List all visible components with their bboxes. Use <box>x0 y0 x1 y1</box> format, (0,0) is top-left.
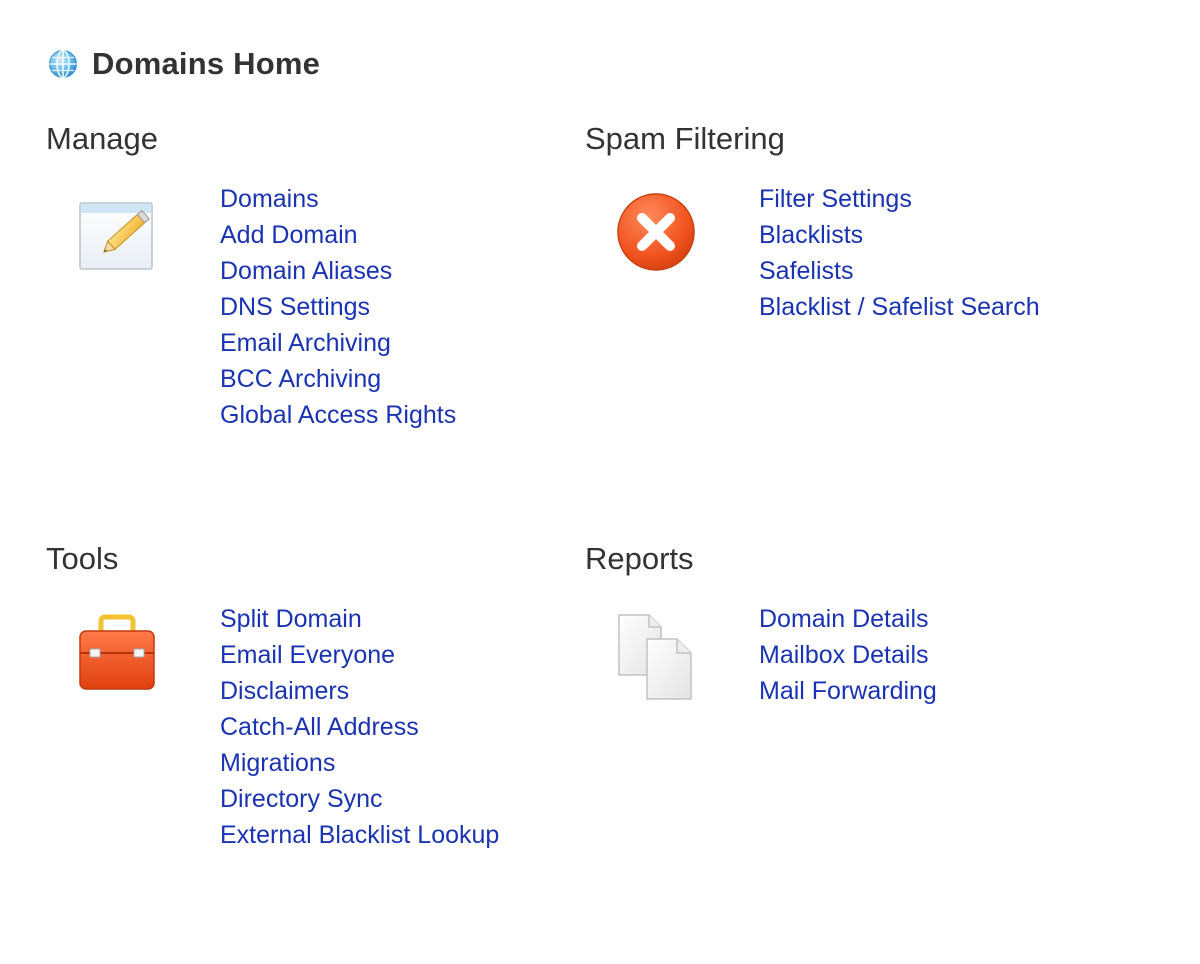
section-title-reports: Reports <box>585 541 694 576</box>
manage-link-list: Domains Add Domain Domain Aliases DNS Se… <box>220 181 456 433</box>
link-safelists[interactable]: Safelists <box>759 257 853 285</box>
link-catch-all-address[interactable]: Catch-All Address <box>220 713 419 741</box>
link-global-access-rights[interactable]: Global Access Rights <box>220 401 456 429</box>
list-item: Add Domain <box>220 217 456 253</box>
list-item: Mail Forwarding <box>759 673 937 709</box>
domains-home-page: Domains Home Manage Domains Add Domain D… <box>0 0 1200 964</box>
link-directory-sync[interactable]: Directory Sync <box>220 785 383 813</box>
list-item: Blacklists <box>759 217 1040 253</box>
toolbox-icon <box>76 611 158 693</box>
section-title-manage: Manage <box>46 121 159 156</box>
list-item: Directory Sync <box>220 781 499 817</box>
link-bcc-archiving[interactable]: BCC Archiving <box>220 365 381 393</box>
list-item: DNS Settings <box>220 289 456 325</box>
link-mailbox-details[interactable]: Mailbox Details <box>759 641 929 669</box>
link-migrations[interactable]: Migrations <box>220 749 335 777</box>
list-item: Safelists <box>759 253 1040 289</box>
page-header: Domains Home <box>48 44 320 84</box>
page-title: Domains Home <box>92 46 321 81</box>
reports-link-list: Domain Details Mailbox Details Mail Forw… <box>759 601 937 709</box>
list-item: Disclaimers <box>220 673 499 709</box>
link-domains[interactable]: Domains <box>220 185 319 213</box>
link-filter-settings[interactable]: Filter Settings <box>759 185 912 213</box>
list-item: Global Access Rights <box>220 397 456 433</box>
link-external-blacklist-lookup[interactable]: External Blacklist Lookup <box>220 821 499 849</box>
link-domain-aliases[interactable]: Domain Aliases <box>220 257 392 285</box>
report-documents-icon <box>615 611 697 700</box>
spam-link-list: Filter Settings Blacklists Safelists Bla… <box>759 181 1040 325</box>
link-email-everyone[interactable]: Email Everyone <box>220 641 395 669</box>
link-blacklists[interactable]: Blacklists <box>759 221 863 249</box>
link-add-domain[interactable]: Add Domain <box>220 221 358 249</box>
spam-block-icon <box>615 191 697 273</box>
list-item: Domain Aliases <box>220 253 456 289</box>
edit-document-icon <box>76 191 158 273</box>
list-item: Domain Details <box>759 601 937 637</box>
list-item: Email Everyone <box>220 637 499 673</box>
list-item: Split Domain <box>220 601 499 637</box>
list-item: Email Archiving <box>220 325 456 361</box>
link-blacklist-safelist-search[interactable]: Blacklist / Safelist Search <box>759 293 1040 321</box>
list-item: Migrations <box>220 745 499 781</box>
globe-icon <box>48 49 78 79</box>
link-email-archiving[interactable]: Email Archiving <box>220 329 391 357</box>
list-item: External Blacklist Lookup <box>220 817 499 853</box>
link-split-domain[interactable]: Split Domain <box>220 605 362 633</box>
section-title-spam-filtering: Spam Filtering <box>585 121 785 156</box>
list-item: Blacklist / Safelist Search <box>759 289 1040 325</box>
list-item: Catch-All Address <box>220 709 499 745</box>
section-title-tools: Tools <box>46 541 119 576</box>
link-dns-settings[interactable]: DNS Settings <box>220 293 370 321</box>
list-item: BCC Archiving <box>220 361 456 397</box>
list-item: Domains <box>220 181 456 217</box>
link-mail-forwarding[interactable]: Mail Forwarding <box>759 677 937 705</box>
link-domain-details[interactable]: Domain Details <box>759 605 929 633</box>
list-item: Filter Settings <box>759 181 1040 217</box>
link-disclaimers[interactable]: Disclaimers <box>220 677 349 705</box>
list-item: Mailbox Details <box>759 637 937 673</box>
tools-link-list: Split Domain Email Everyone Disclaimers … <box>220 601 499 853</box>
